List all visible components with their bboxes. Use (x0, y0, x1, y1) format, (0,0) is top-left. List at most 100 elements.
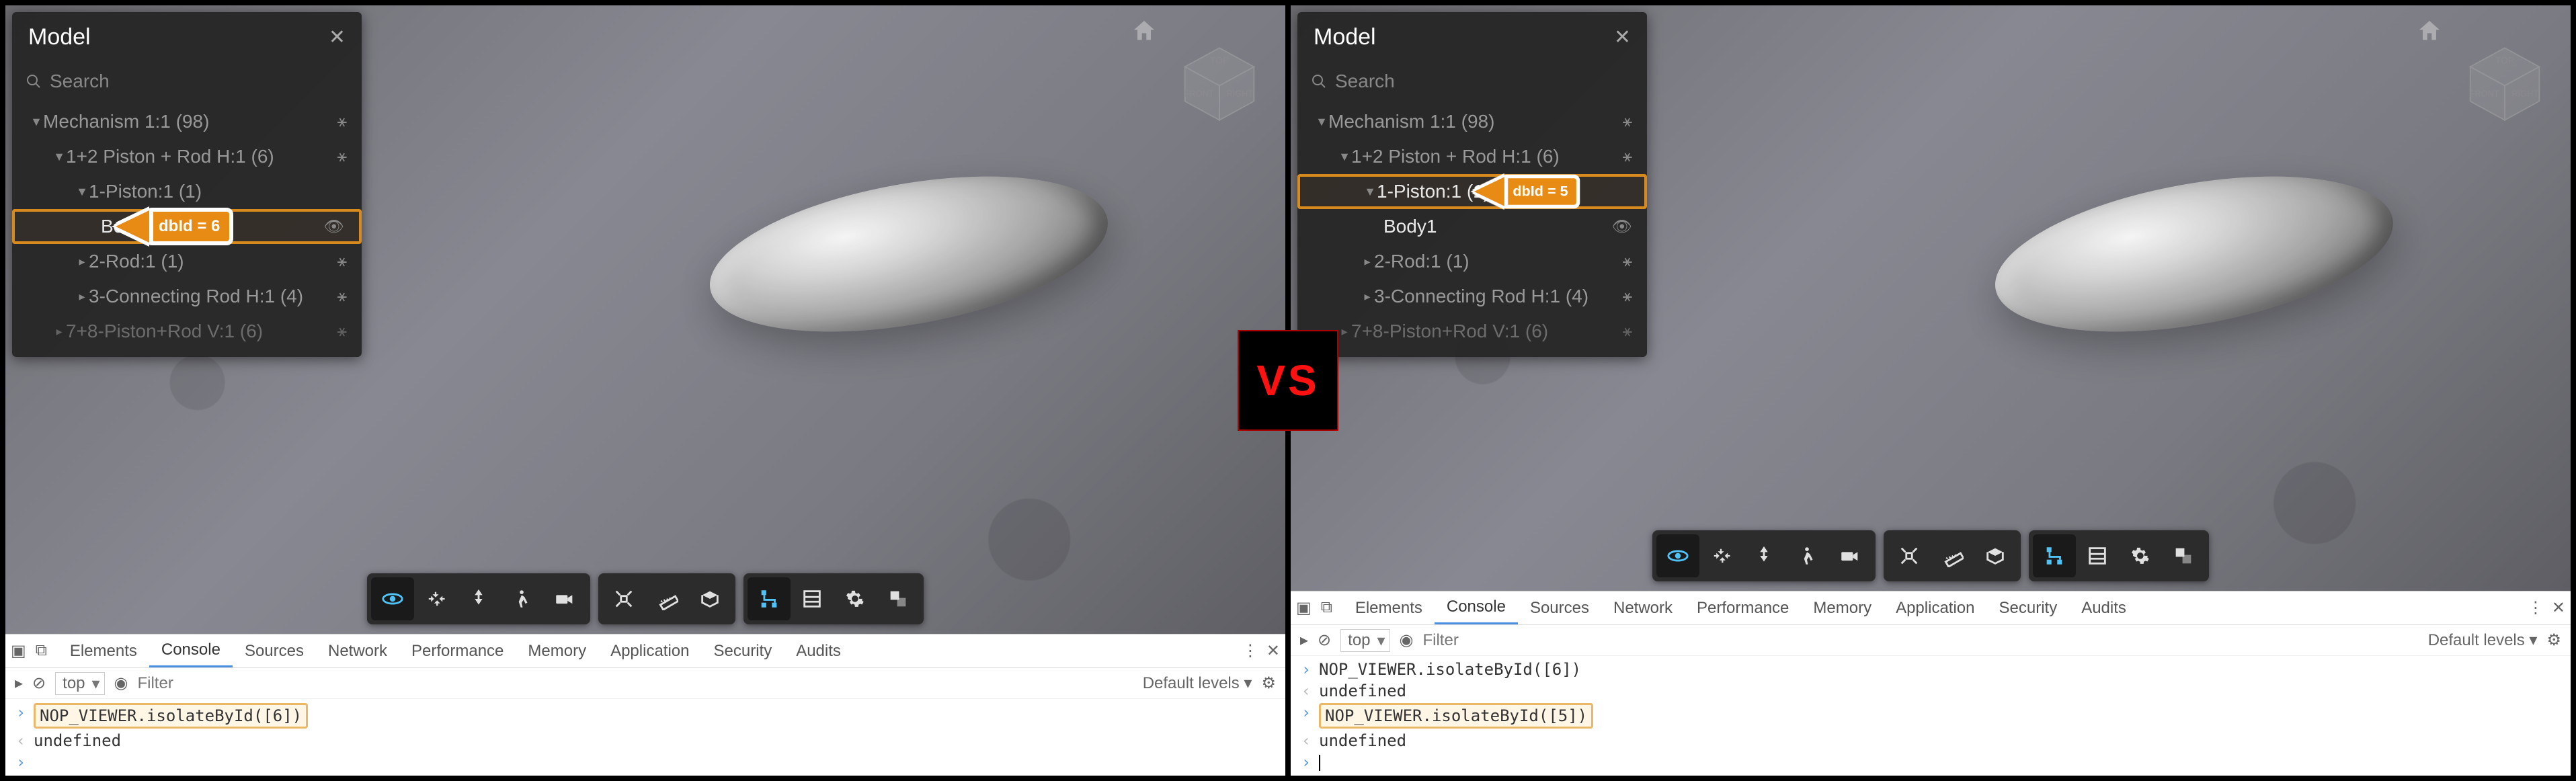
tab-network[interactable]: Network (1601, 591, 1685, 624)
tree-node-body1[interactable]: Body1 dbId = 6 👁 (12, 209, 362, 244)
settings-button[interactable] (834, 577, 877, 620)
tab-security[interactable]: Security (1987, 591, 2070, 624)
close-icon[interactable]: ✕ (1614, 26, 1631, 49)
tab-memory[interactable]: Memory (516, 634, 598, 667)
tree-node-body1[interactable]: Body1👁 (1297, 209, 1647, 244)
tab-audits[interactable]: Audits (784, 634, 853, 667)
visibility-icon[interactable]: ⚹ (1623, 252, 1639, 271)
close-icon[interactable]: ✕ (2552, 598, 2565, 618)
viewer-3d-right[interactable]: TOP FRONT RIGHT Model ✕ Search ▼Mechanis… (1291, 5, 2571, 591)
section-button[interactable] (1974, 534, 2017, 577)
console-prompt[interactable]: › (1291, 751, 2571, 773)
filter-input[interactable] (137, 674, 1133, 693)
fullscreen-button[interactable] (2162, 534, 2205, 577)
properties-button[interactable] (2076, 534, 2119, 577)
inspect-icon[interactable]: ▣ (1296, 598, 1312, 618)
tab-network[interactable]: Network (316, 634, 399, 667)
explode-button[interactable] (1888, 534, 1931, 577)
panel-search[interactable]: Search (1297, 63, 1647, 100)
filter-input[interactable] (1422, 631, 2418, 650)
tree-node[interactable]: ▼1-Piston:1 (1) (12, 174, 362, 209)
context-select[interactable]: top (1340, 629, 1390, 652)
clear-console-icon[interactable]: ⊘ (1318, 630, 1331, 650)
viewer-3d-left[interactable]: TOP FRONT RIGHT Model ✕ Search ▼Mechanis… (5, 5, 1285, 634)
close-icon[interactable]: ✕ (1266, 641, 1280, 661)
tree-node-root[interactable]: ▼Mechanism 1:1 (98)⚹ (12, 104, 362, 139)
inspect-icon[interactable]: ▣ (11, 641, 26, 661)
visibility-icon[interactable]: ⚹ (1623, 287, 1639, 306)
model-tree-button[interactable] (2033, 534, 2076, 577)
panel-search[interactable]: Search (12, 63, 362, 100)
visibility-icon[interactable]: ⚹ (337, 252, 354, 271)
home-icon[interactable] (1131, 17, 1158, 48)
sidebar-toggle-icon[interactable]: ▸ (1300, 630, 1308, 650)
context-select[interactable]: top (55, 672, 104, 695)
console-output[interactable]: ›NOP_VIEWER.isolateById([6]) ‹undefined … (5, 699, 1285, 776)
tab-memory[interactable]: Memory (1801, 591, 1884, 624)
console-output[interactable]: ›NOP_VIEWER.isolateById([6]) ‹undefined … (1291, 656, 2571, 776)
console-prompt[interactable]: › (5, 751, 1285, 773)
visibility-icon[interactable]: ⚹ (1623, 112, 1639, 131)
settings-gear-icon[interactable]: ⚙ (2546, 630, 2561, 650)
visibility-icon[interactable]: ⚹ (337, 287, 354, 306)
tree-node-piston[interactable]: ▼1-Piston:1 (1) dbId = 5 (1297, 174, 1647, 209)
visibility-icon[interactable]: 👁 (1612, 217, 1639, 237)
tab-console[interactable]: Console (149, 634, 233, 667)
measure-button[interactable] (1931, 534, 1974, 577)
properties-button[interactable] (791, 577, 834, 620)
tab-application[interactable]: Application (1884, 591, 1986, 624)
device-icon[interactable]: ⧉ (36, 641, 47, 661)
camera-button[interactable] (1828, 534, 1871, 577)
explode-button[interactable] (602, 577, 645, 620)
tab-performance[interactable]: Performance (1685, 591, 1801, 624)
visibility-icon[interactable]: ⚹ (1623, 147, 1639, 166)
tree-node[interactable]: ▸2-Rod:1 (1)⚹ (12, 244, 362, 279)
visibility-icon[interactable]: ⚹ (337, 322, 354, 341)
zoom-button[interactable] (1742, 534, 1785, 577)
section-button[interactable] (688, 577, 731, 620)
tab-elements[interactable]: Elements (1343, 591, 1435, 624)
clear-console-icon[interactable]: ⊘ (32, 673, 46, 693)
zoom-button[interactable] (457, 577, 500, 620)
tab-security[interactable]: Security (702, 634, 784, 667)
levels-select[interactable]: Default levels ▾ (2428, 630, 2538, 650)
eye-icon[interactable]: ◉ (114, 673, 128, 693)
tree-node[interactable]: ▸3-Connecting Rod H:1 (4)⚹ (1297, 279, 1647, 314)
tab-performance[interactable]: Performance (399, 634, 516, 667)
tab-console[interactable]: Console (1435, 591, 1518, 624)
orbit-button[interactable] (1656, 534, 1699, 577)
pan-button[interactable] (1699, 534, 1742, 577)
tree-node[interactable]: ▼1+2 Piston + Rod H:1 (6)⚹ (12, 139, 362, 174)
kebab-icon[interactable]: ⋮ (2528, 598, 2544, 618)
device-icon[interactable]: ⧉ (1321, 598, 1332, 618)
tree-node[interactable]: ▸3-Connecting Rod H:1 (4)⚹ (12, 279, 362, 314)
viewcube[interactable]: TOP FRONT RIGHT (2458, 32, 2552, 126)
sidebar-toggle-icon[interactable]: ▸ (15, 673, 23, 693)
measure-button[interactable] (645, 577, 688, 620)
orbit-button[interactable] (371, 577, 414, 620)
kebab-icon[interactable]: ⋮ (1242, 641, 1258, 661)
settings-button[interactable] (2119, 534, 2162, 577)
home-icon[interactable] (2416, 17, 2443, 48)
close-icon[interactable]: ✕ (329, 26, 346, 49)
levels-select[interactable]: Default levels ▾ (1143, 673, 1252, 693)
camera-button[interactable] (543, 577, 586, 620)
pan-button[interactable] (414, 577, 457, 620)
tree-node[interactable]: ▸7+8-Piston+Rod V:1 (6)⚹ (12, 314, 362, 349)
visibility-icon[interactable]: 👁 (324, 217, 351, 237)
tree-node[interactable]: ▸7+8-Piston+Rod V:1 (6)⚹ (1297, 314, 1647, 349)
tab-sources[interactable]: Sources (233, 634, 316, 667)
tree-node-root[interactable]: ▼Mechanism 1:1 (98)⚹ (1297, 104, 1647, 139)
visibility-icon[interactable]: ⚹ (1623, 322, 1639, 341)
visibility-icon[interactable]: ⚹ (337, 112, 354, 131)
tab-sources[interactable]: Sources (1518, 591, 1601, 624)
viewcube[interactable]: TOP FRONT RIGHT (1172, 32, 1266, 126)
visibility-icon[interactable]: ⚹ (337, 147, 354, 166)
settings-gear-icon[interactable]: ⚙ (1261, 673, 1276, 693)
fullscreen-button[interactable] (877, 577, 920, 620)
tree-node[interactable]: ▼1+2 Piston + Rod H:1 (6)⚹ (1297, 139, 1647, 174)
model-tree-button[interactable] (748, 577, 791, 620)
tab-elements[interactable]: Elements (58, 634, 149, 667)
eye-icon[interactable]: ◉ (1400, 630, 1414, 650)
tree-node[interactable]: ▸2-Rod:1 (1)⚹ (1297, 244, 1647, 279)
